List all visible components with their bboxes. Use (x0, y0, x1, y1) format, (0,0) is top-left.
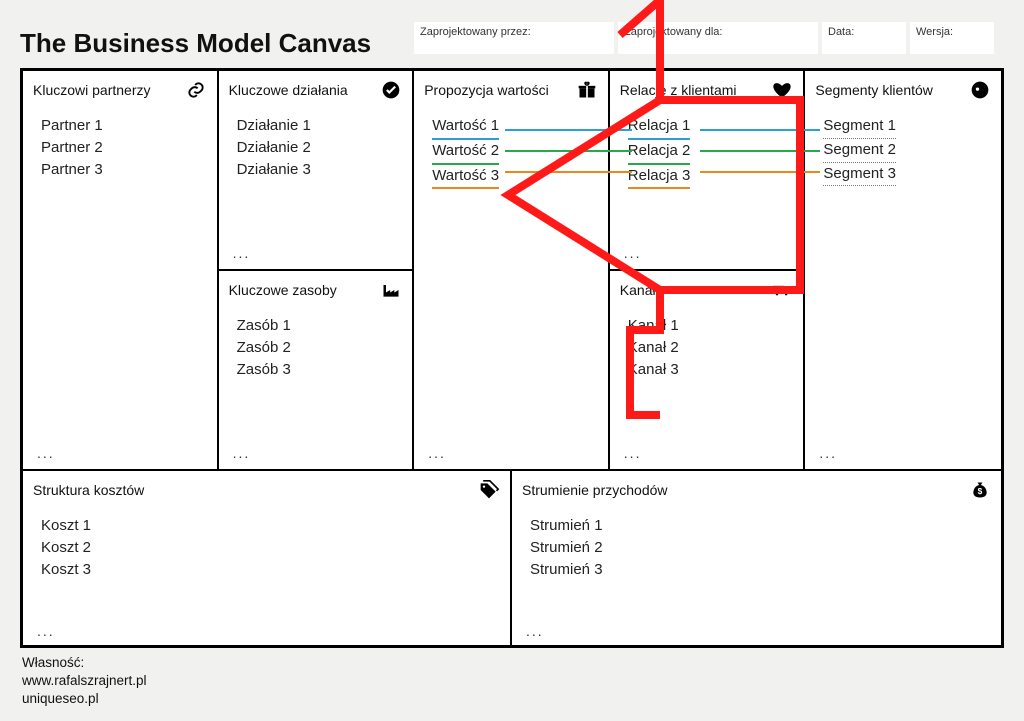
footer-line2: uniqueseo.pl (22, 690, 147, 708)
list-item: Koszt 2 (41, 537, 500, 559)
col-relationships-channels: Relacje z klientami Relacja 1 Relacja 2 … (610, 71, 806, 469)
list-item: Segment 1 (823, 115, 896, 139)
list-item: Zasób 3 (237, 359, 403, 381)
meta-date-label: Data: (828, 26, 854, 38)
block-revenue: Strumienie przychodów $ Strumień 1 Strum… (512, 471, 1001, 647)
list-item: Zasób 2 (237, 337, 403, 359)
block-relationships: Relacje z klientami Relacja 1 Relacja 2 … (610, 71, 804, 269)
list-item: Partner 3 (41, 159, 207, 181)
costs-title: Struktura kosztów (33, 482, 144, 498)
list-item: Partner 1 (41, 115, 207, 137)
gift-icon (576, 79, 598, 101)
list-item: Strumień 1 (530, 515, 991, 537)
bottom-grid: Struktura kosztów Koszt 1 Koszt 2 Koszt … (23, 471, 1001, 647)
block-costs: Struktura kosztów Koszt 1 Koszt 2 Koszt … (23, 471, 510, 647)
value-prop-title: Propozycja wartości (424, 82, 549, 98)
list-item: Strumień 2 (530, 537, 991, 559)
meta-designed-for-label: Zaprojektowany dla: (624, 26, 722, 38)
more-indicator: ... (233, 245, 251, 261)
link-icon (185, 79, 207, 101)
heart-icon (771, 79, 793, 101)
meta-version-label: Wersja: (916, 26, 953, 38)
list-item: Relacja 2 (628, 140, 691, 165)
list-item: Zasób 1 (237, 315, 403, 337)
list-item: Koszt 3 (41, 559, 500, 581)
meta-version: Wersja: (910, 22, 994, 54)
more-indicator: ... (819, 445, 837, 461)
list-item: Działanie 1 (237, 115, 403, 137)
block-channels: Kanały Kanał 1 Kanał 2 Kanał 3 ... (610, 271, 804, 469)
segments-title: Segmenty klientów (815, 82, 933, 98)
channels-title: Kanały (620, 282, 663, 298)
meta-designed-for: Zaprojektowany dla: (618, 22, 818, 54)
block-key-resources: Kluczowe zasoby Zasób 1 Zasób 2 Zasób 3 … (219, 271, 413, 469)
key-resources-title: Kluczowe zasoby (229, 282, 337, 298)
list-item: Strumień 3 (530, 559, 991, 581)
top-grid: Kluczowi partnerzy Partner 1 Partner 2 P… (23, 71, 1001, 471)
head-icon (969, 79, 991, 101)
more-indicator: ... (428, 445, 446, 461)
moneybag-icon: $ (969, 479, 991, 501)
more-indicator: ... (37, 623, 55, 639)
list-item: Relacja 1 (628, 115, 691, 140)
footer: Własność: www.rafalszrajnert.pl uniquese… (22, 654, 147, 709)
list-item: Działanie 2 (237, 137, 403, 159)
key-partners-title: Kluczowi partnerzy (33, 82, 151, 98)
footer-line1: www.rafalszrajnert.pl (22, 672, 147, 690)
list-item: Wartość 3 (432, 165, 499, 190)
tags-icon (478, 479, 500, 501)
list-item: Relacja 3 (628, 165, 691, 190)
more-indicator: ... (526, 623, 544, 639)
list-item: Segment 3 (823, 163, 896, 187)
header: The Business Model Canvas Zaprojektowany… (20, 22, 1004, 59)
bmc-canvas: Kluczowi partnerzy Partner 1 Partner 2 P… (20, 68, 1004, 648)
block-value-prop: Propozycja wartości Wartość 1 Wartość 2 … (414, 71, 608, 469)
page-title: The Business Model Canvas (20, 22, 410, 59)
list-item: Segment 2 (823, 139, 896, 163)
meta-date: Data: (822, 22, 906, 54)
block-segments: Segmenty klientów Segment 1 Segment 2 Se… (805, 71, 1001, 469)
meta-designed-by-label: Zaprojektowany przez: (420, 26, 531, 38)
list-item: Partner 2 (41, 137, 207, 159)
list-item: Kanał 3 (628, 359, 794, 381)
footer-owner-label: Własność: (22, 654, 147, 672)
block-key-activities: Kluczowe działania Działanie 1 Działanie… (219, 71, 413, 269)
meta-designed-by: Zaprojektowany przez: (414, 22, 614, 54)
col-key-partners: Kluczowi partnerzy Partner 1 Partner 2 P… (23, 71, 219, 469)
col-activities-resources: Kluczowe działania Działanie 1 Działanie… (219, 71, 415, 469)
relationships-title: Relacje z klientami (620, 82, 737, 98)
list-item: Koszt 1 (41, 515, 500, 537)
truck-icon (771, 279, 793, 301)
revenue-title: Strumienie przychodów (522, 482, 668, 498)
block-key-partners: Kluczowi partnerzy Partner 1 Partner 2 P… (23, 71, 217, 469)
list-item: Wartość 1 (432, 115, 499, 140)
col-segments: Segmenty klientów Segment 1 Segment 2 Se… (805, 71, 1001, 469)
list-item: Wartość 2 (432, 140, 499, 165)
col-value-prop: Propozycja wartości Wartość 1 Wartość 2 … (414, 71, 610, 469)
list-item: Kanał 1 (628, 315, 794, 337)
factory-icon (380, 279, 402, 301)
check-circle-icon (380, 79, 402, 101)
more-indicator: ... (37, 445, 55, 461)
more-indicator: ... (624, 445, 642, 461)
list-item: Działanie 3 (237, 159, 403, 181)
more-indicator: ... (624, 245, 642, 261)
list-item: Kanał 2 (628, 337, 794, 359)
key-activities-title: Kluczowe działania (229, 82, 348, 98)
svg-text:$: $ (978, 486, 983, 496)
more-indicator: ... (233, 445, 251, 461)
